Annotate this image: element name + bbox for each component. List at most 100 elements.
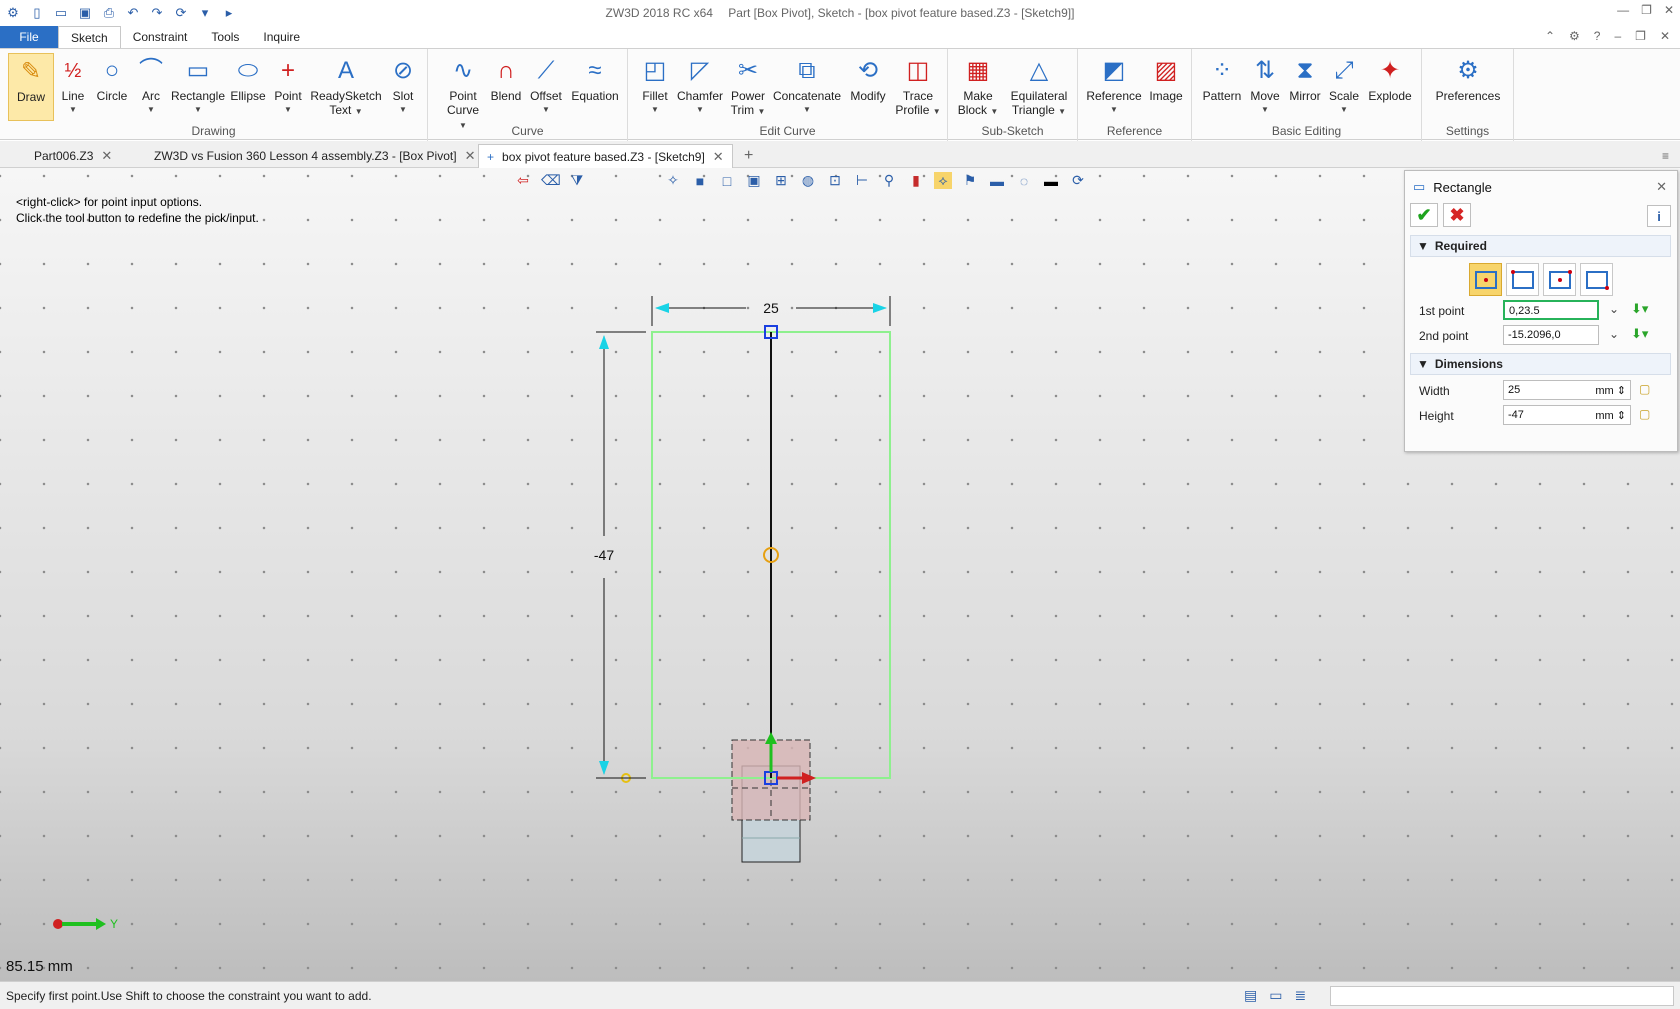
doc-tab-part006[interactable]: Part006.Z3 ✕ — [26, 144, 120, 168]
refresh-icon[interactable]: ⟳ — [172, 4, 190, 22]
point-button[interactable]: + Point ▼ — [270, 53, 306, 117]
offset-dropdown-icon[interactable]: ▼ — [528, 103, 564, 117]
scale-dropdown-icon[interactable]: ▼ — [1326, 103, 1362, 117]
power-trim-button[interactable]: ✂ Power Trim ▼ — [726, 53, 770, 119]
required-section-header[interactable]: ▼ Required — [1410, 235, 1671, 257]
status-monitor-icon[interactable]: ▭ — [1269, 987, 1282, 1004]
reference-dropdown-icon[interactable]: ▼ — [1086, 103, 1142, 117]
first-point-options-icon[interactable]: ⌄ — [1609, 302, 1619, 316]
concatenate-button[interactable]: ⧉ Concatenate ▼ — [772, 53, 842, 117]
height-dimension-value[interactable]: -47 — [594, 547, 614, 563]
dimensions-section-header[interactable]: ▼ Dimensions — [1410, 353, 1671, 375]
file-menu[interactable]: File — [0, 26, 58, 48]
customize-dropdown-icon[interactable]: ▾ — [196, 4, 214, 22]
status-layout-icon[interactable]: ▤ — [1244, 987, 1257, 1004]
fillet-dropdown-icon[interactable]: ▼ — [636, 103, 674, 117]
doc-restore-icon[interactable]: ❐ — [1635, 29, 1646, 43]
tab-inquire[interactable]: Inquire — [251, 26, 312, 48]
arc-button[interactable]: ⌒ Arc ▼ — [134, 53, 168, 117]
explode-button[interactable]: ✦ Explode — [1366, 53, 1414, 104]
close-tab-icon[interactable]: ✕ — [101, 148, 112, 164]
height-lock-icon[interactable]: ▢ — [1639, 407, 1650, 421]
readysketch-text-button[interactable]: A ReadySketch Text ▼ — [310, 53, 382, 119]
new-file-icon[interactable]: ▯ — [28, 4, 46, 22]
minimize-icon[interactable]: — — [1617, 3, 1629, 17]
doc-tab-box-pivot[interactable]: + box pivot feature based.Z3 - [Sketch9]… — [478, 144, 733, 168]
ellipse-button[interactable]: ⬭ Ellipse — [228, 53, 268, 104]
arc-dropdown-icon[interactable]: ▼ — [134, 103, 168, 117]
slot-button[interactable]: ⊘ Slot ▼ — [386, 53, 420, 117]
undo-icon[interactable]: ↶ — [124, 4, 142, 22]
mirror-button[interactable]: ⧗ Mirror — [1286, 53, 1324, 104]
concatenate-dropdown-icon[interactable]: ▼ — [772, 103, 842, 117]
print-icon[interactable]: ⎙ — [100, 4, 118, 22]
line-dropdown-icon[interactable]: ▼ — [56, 103, 90, 117]
tab-sketch[interactable]: Sketch — [58, 26, 121, 48]
status-list-icon[interactable]: ≣ — [1294, 987, 1306, 1004]
point-curve-button[interactable]: ∿ Point Curve ▼ — [442, 53, 484, 133]
help-icon[interactable]: ? — [1594, 29, 1601, 43]
pattern-button[interactable]: ⁘ Pattern — [1200, 53, 1244, 104]
new-tab-button[interactable]: + — [736, 144, 761, 168]
point-dropdown-icon[interactable]: ▼ — [270, 103, 306, 117]
doc-close-icon[interactable]: ✕ — [1660, 29, 1670, 43]
doc-minimize-icon[interactable]: – — [1614, 29, 1621, 43]
trace-profile-dropdown-icon[interactable]: ▼ — [933, 107, 941, 116]
status-input-box[interactable] — [1330, 986, 1674, 1006]
mode-three-point[interactable] — [1580, 263, 1613, 296]
close-tab-icon[interactable]: ✕ — [713, 149, 724, 165]
collapse-ribbon-icon[interactable]: ⌃ — [1545, 29, 1555, 43]
settings-gear-icon[interactable]: ⚙ — [1569, 29, 1580, 43]
first-point-pick-icon[interactable]: ⬇▾ — [1631, 301, 1648, 317]
scale-button[interactable]: ⤢ Scale ▼ — [1326, 53, 1362, 117]
tab-constraint[interactable]: Constraint — [121, 26, 200, 48]
open-file-icon[interactable]: ▭ — [52, 4, 70, 22]
equilateral-triangle-button[interactable]: △ Equilateral Triangle ▼ — [1004, 53, 1074, 119]
close-tab-icon[interactable]: ✕ — [465, 148, 476, 164]
second-point-options-icon[interactable]: ⌄ — [1609, 327, 1619, 341]
circle-button[interactable]: ○ Circle — [94, 53, 130, 104]
second-point-pick-icon[interactable]: ⬇▾ — [1631, 326, 1648, 342]
offset-button[interactable]: ⟋ Offset ▼ — [528, 53, 564, 117]
second-point-input[interactable]: -15.2096,0 — [1503, 325, 1599, 345]
image-button[interactable]: ▨ Image — [1146, 53, 1186, 104]
draw-button[interactable]: ✎ Draw — [8, 53, 54, 121]
close-window-icon[interactable]: ✕ — [1664, 3, 1674, 17]
info-button[interactable]: i — [1647, 205, 1671, 227]
equation-button[interactable]: ≈ Equation — [568, 53, 622, 104]
mode-center-corner[interactable] — [1543, 263, 1576, 296]
tabs-menu-icon[interactable]: ≡ — [1654, 144, 1677, 168]
rectangle-dropdown-icon[interactable]: ▼ — [170, 103, 226, 117]
power-trim-dropdown-icon[interactable]: ▼ — [757, 107, 765, 116]
width-input[interactable]: 25 mm ⇕ — [1503, 380, 1631, 400]
trace-profile-button[interactable]: ◫ Trace Profile ▼ — [894, 53, 942, 119]
restore-icon[interactable]: ❐ — [1641, 3, 1652, 17]
width-lock-icon[interactable]: ▢ — [1639, 382, 1650, 396]
preferences-button[interactable]: ⚙ Preferences — [1428, 53, 1508, 104]
slot-dropdown-icon[interactable]: ▼ — [386, 103, 420, 117]
make-block-button[interactable]: ▦ Make Block ▼ — [956, 53, 1000, 119]
height-input[interactable]: -47 mm ⇕ — [1503, 405, 1631, 425]
mode-center-point[interactable] — [1469, 263, 1502, 296]
line-button[interactable]: ½ Line ▼ — [56, 53, 90, 117]
tab-tools[interactable]: Tools — [199, 26, 251, 48]
app-logo-icon[interactable]: ⚙ — [4, 4, 22, 22]
chamfer-dropdown-icon[interactable]: ▼ — [676, 103, 724, 117]
chamfer-button[interactable]: ◸ Chamfer ▼ — [676, 53, 724, 117]
text-dropdown-icon[interactable]: ▼ — [355, 107, 363, 116]
rectangle-button[interactable]: ▭ Rectangle ▼ — [170, 53, 226, 117]
save-icon[interactable]: ▣ — [76, 4, 94, 22]
width-dimension-value[interactable]: 25 — [763, 300, 779, 316]
first-point-input[interactable]: 0,23.5 — [1503, 300, 1599, 320]
cancel-button[interactable]: ✖ — [1443, 203, 1471, 227]
width-spinner-icon[interactable]: ⇕ — [1617, 385, 1626, 397]
blend-button[interactable]: ∩ Blend — [488, 53, 524, 104]
mode-two-corner[interactable] — [1506, 263, 1539, 296]
triangle-dropdown-icon[interactable]: ▼ — [1058, 107, 1066, 116]
redo-icon[interactable]: ↷ — [148, 4, 166, 22]
doc-tab-assembly[interactable]: ZW3D vs Fusion 360 Lesson 4 assembly.Z3 … — [146, 144, 483, 168]
reference-button[interactable]: ◩ Reference ▼ — [1086, 53, 1142, 117]
move-dropdown-icon[interactable]: ▼ — [1246, 103, 1284, 117]
fillet-button[interactable]: ◰ Fillet ▼ — [636, 53, 674, 117]
make-block-dropdown-icon[interactable]: ▼ — [990, 107, 998, 116]
